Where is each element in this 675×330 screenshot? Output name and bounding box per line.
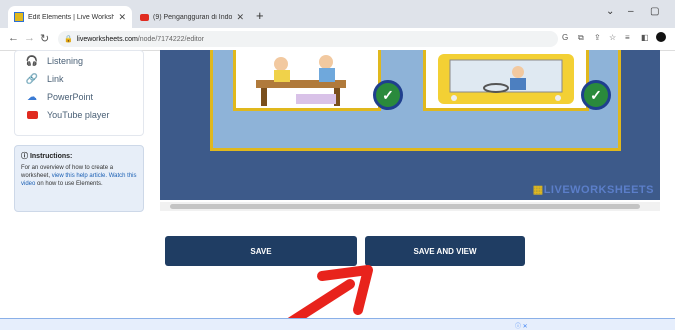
sidebar-item-powerpoint[interactable]: ☁ PowerPoint: [25, 91, 93, 103]
google-icon[interactable]: G: [562, 33, 568, 42]
bus-driver-image: [423, 50, 589, 111]
sidebar-item-label: Link: [47, 74, 64, 84]
tab-title: Edit Elements | Live Worksheets: [28, 13, 115, 21]
sidebar-item-link[interactable]: 🔗 Link: [25, 73, 64, 85]
check-icon: ✓: [373, 80, 403, 110]
reload-icon[interactable]: ↻: [40, 32, 49, 45]
share-icon[interactable]: ⇪: [594, 33, 601, 42]
info-icon: ⓘ: [21, 153, 28, 160]
instructions-text-2: on how to use Elements.: [37, 181, 103, 187]
help-article-link[interactable]: view this help article.: [52, 173, 107, 179]
instructions-panel: ⓘ Instructions: For an overview of how t…: [14, 145, 144, 212]
restore-icon[interactable]: ▢: [650, 6, 659, 17]
sidebar-item-label: PowerPoint: [47, 92, 94, 102]
minimize-icon[interactable]: –: [628, 6, 634, 17]
close-tab-icon[interactable]: ✕: [236, 12, 244, 23]
youtube-icon: [25, 109, 39, 121]
sidebar-item-youtube-player[interactable]: YouTube player: [25, 109, 109, 121]
youtube-icon: [140, 13, 149, 21]
logo-mark: ▦: [532, 184, 544, 196]
instructions-title: Instructions:: [29, 153, 73, 160]
worksheet-canvas[interactable]: ✓ ✓ ▦LIVEWORKSHEETS: [160, 50, 660, 200]
link-icon: 🔗: [25, 73, 39, 85]
elements-sidebar: 🎧 Listening 🔗 Link ☁ PowerPoint YouTube …: [14, 50, 144, 136]
sidebar-item-listening[interactable]: 🎧 Listening: [25, 55, 83, 67]
browser-tab-youtube[interactable]: (9) Pengangguran di Indonesia T ✕: [134, 6, 250, 28]
horizontal-scrollbar[interactable]: [160, 202, 660, 211]
browser-tab-liveworksheets[interactable]: Edit Elements | Live Worksheets ✕: [8, 6, 132, 28]
url-field[interactable]: 🔒 liveworksheets.com/node/7174222/editor: [58, 31, 558, 47]
cloud-icon: ☁: [27, 91, 37, 103]
chevron-down-icon[interactable]: ⌄: [606, 6, 614, 17]
sidebar-item-label: YouTube player: [47, 110, 110, 120]
sidepanel-icon[interactable]: ◧: [641, 33, 649, 42]
liveworksheets-icon: [14, 12, 24, 22]
scrollbar-thumb[interactable]: [170, 204, 640, 209]
new-tab-button[interactable]: +: [256, 8, 264, 23]
sidebar-item-label: Listening: [47, 56, 84, 66]
logo-text: LIVEWORKSHEETS: [543, 184, 654, 196]
ad-banner[interactable]: [0, 318, 675, 330]
close-tab-icon[interactable]: ✕: [118, 12, 126, 23]
carpenter-illustration: [256, 55, 346, 106]
instructions-body: For an overview of how to create a works…: [21, 164, 137, 188]
url-domain: liveworksheets.com: [76, 35, 138, 43]
back-icon[interactable]: ←: [8, 32, 19, 44]
profile-avatar[interactable]: [656, 32, 666, 42]
extensions-icon[interactable]: ≡: [625, 33, 630, 42]
headphones-icon: 🎧: [25, 55, 39, 67]
forward-icon[interactable]: →: [24, 32, 35, 44]
browser-tab-bar: Edit Elements | Live Worksheets ✕ (9) Pe…: [0, 0, 675, 28]
carpenter-image: [233, 50, 381, 111]
translate-icon[interactable]: ⧉: [578, 33, 584, 43]
address-bar: ← → ↻ 🔒 liveworksheets.com/node/7174222/…: [0, 28, 675, 51]
check-icon: ✓: [581, 80, 611, 110]
bookmark-star-icon[interactable]: ☆: [609, 33, 616, 42]
liveworksheets-logo: ▦LIVEWORKSHEETS: [533, 183, 654, 196]
tab-title: (9) Pengangguran di Indonesia T: [153, 13, 233, 21]
lock-icon: 🔒: [64, 36, 73, 43]
bus-driver-illustration: [438, 54, 574, 104]
worksheet-page: ✓ ✓: [210, 50, 621, 151]
instructions-heading: ⓘ Instructions:: [21, 151, 137, 161]
url-path: /node/7174222/editor: [137, 35, 204, 43]
